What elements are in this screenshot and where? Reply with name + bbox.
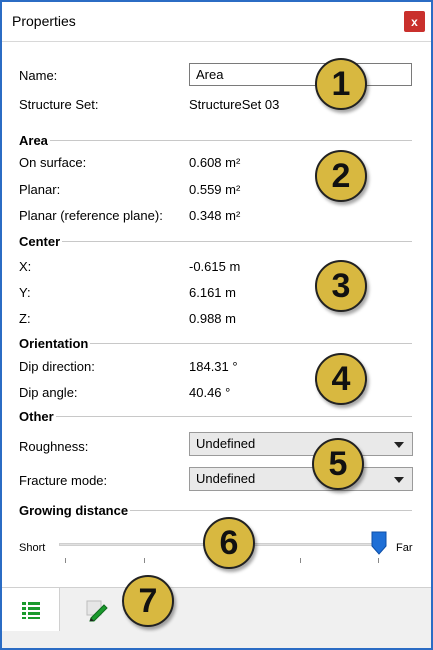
pencil-icon [86,600,108,621]
roughness-selected-value: Undefined [196,436,256,451]
annotation-badge-3: 3 [315,260,367,312]
slider-tick [378,558,379,563]
center-section-header: Center [19,233,412,249]
annotation-badge-6: 6 [203,517,255,569]
growing-section-header: Growing distance [19,502,412,518]
fracture-mode-selected-value: Undefined [196,471,256,486]
section-divider [55,415,412,417]
planar-label: Planar: [19,182,61,197]
dip-direction-value: 184.31 ° [189,359,238,374]
growing-section-title: Growing distance [19,502,129,518]
growing-distance-slider-thumb[interactable] [371,531,387,555]
title-bar[interactable]: Properties x [2,2,431,42]
center-section-title: Center [19,233,61,249]
chevron-down-icon [394,477,404,483]
close-button[interactable]: x [404,11,425,32]
area-section-title: Area [19,132,48,148]
section-divider [130,509,412,511]
z-label: Z: [19,311,31,326]
tab-edit[interactable] [68,588,126,631]
slider-tick [144,558,145,563]
properties-window: Properties x Name: Structure Set: Struct… [0,0,433,650]
slider-tick [65,558,66,563]
on-surface-label: On surface: [19,155,87,170]
planar-value: 0.559 m² [189,182,241,197]
tab-properties[interactable] [2,588,60,631]
planar-ref-label: Planar (reference plane): [19,208,163,223]
area-section-header: Area [19,132,412,148]
section-divider [62,240,412,242]
section-divider [49,139,412,141]
slider-max-label: Far [396,542,413,554]
slider-min-label: Short [19,542,46,554]
y-value: 6.161 m [189,285,236,300]
dip-angle-value: 40.46 ° [189,385,231,400]
annotation-badge-7: 7 [122,575,174,627]
orientation-section-title: Orientation [19,335,89,351]
roughness-dropdown[interactable]: Undefined [189,432,413,456]
window-title: Properties [12,13,76,29]
z-value: 0.988 m [189,311,236,326]
name-input[interactable] [189,63,412,86]
annotation-badge-5: 5 [312,438,364,490]
fracture-mode-dropdown[interactable]: Undefined [189,467,413,491]
dip-direction-label: Dip direction: [19,359,95,374]
section-divider [90,342,412,344]
planar-ref-value: 0.348 m² [189,208,241,223]
roughness-label: Roughness: [19,439,89,454]
other-section-header: Other [19,408,412,424]
on-surface-value: 0.608 m² [189,155,241,170]
name-label: Name: [19,68,58,83]
fracture-mode-label: Fracture mode: [19,473,108,488]
structure-set-value: StructureSet 03 [189,97,280,112]
slider-tick [300,558,301,563]
other-section-title: Other [19,408,54,424]
chevron-down-icon [394,442,404,448]
x-value: -0.615 m [189,259,241,274]
orientation-section-header: Orientation [19,335,412,351]
list-icon [21,601,40,619]
bottom-tab-bar [2,587,431,648]
annotation-badge-2: 2 [315,150,367,202]
dip-angle-label: Dip angle: [19,385,78,400]
y-label: Y: [19,285,31,300]
annotation-badge-1: 1 [315,58,367,110]
annotation-badge-4: 4 [315,353,367,405]
x-label: X: [19,259,32,274]
structure-set-label: Structure Set: [19,97,99,112]
